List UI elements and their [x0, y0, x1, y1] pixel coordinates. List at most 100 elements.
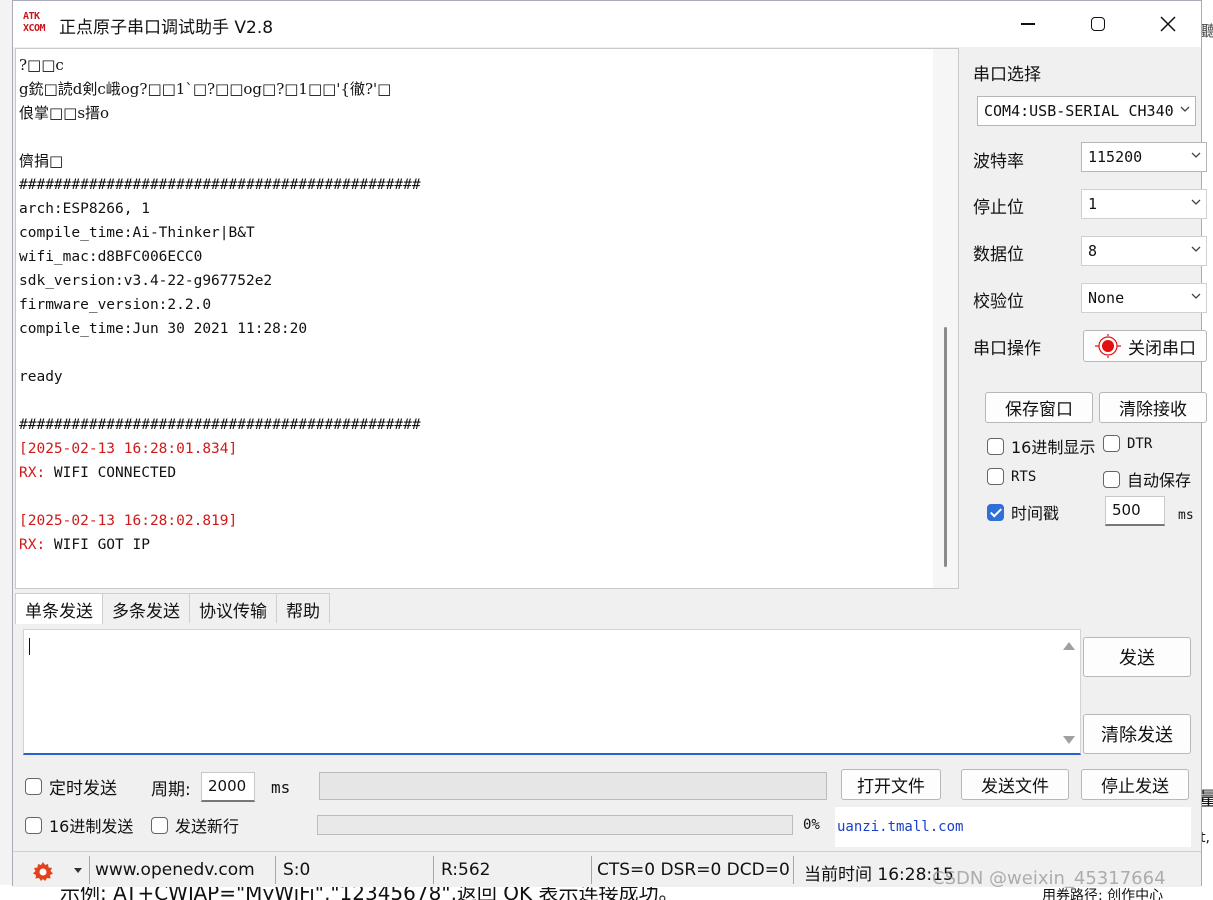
background-text-bottom-left: 示例: AT+CWJAP="MyWiFi","12345678",返回 OK 表…: [60, 885, 679, 900]
rts-checkbox[interactable]: RTS: [987, 468, 1036, 485]
send-file-button[interactable]: 发送文件: [961, 769, 1069, 800]
scroll-down-icon[interactable]: [1063, 736, 1075, 744]
send-progress-text: 0%: [803, 817, 820, 833]
receive-line: compile_time:Ai-Thinker|B&T: [19, 225, 255, 241]
data-bits-select[interactable]: 8: [1081, 236, 1207, 266]
maximize-button[interactable]: [1063, 1, 1133, 47]
send-newline-checkbox[interactable]: 发送新行: [151, 813, 239, 837]
tab-multi-send[interactable]: 多条发送: [102, 593, 190, 623]
modem-lines-status: CTS=0 DSR=0 DCD=0: [597, 860, 790, 880]
close-icon: [1160, 16, 1176, 32]
port-open-indicator-icon: [1095, 334, 1121, 358]
hex-display-label: 16进制显示: [1011, 438, 1096, 457]
tab-single-send[interactable]: 单条发送: [15, 593, 103, 624]
scroll-up-icon[interactable]: [1063, 642, 1075, 650]
open-file-button[interactable]: 打开文件: [841, 769, 941, 800]
title-bar: ATK XCOM 正点原子串口调试助手 V2.8: [13, 1, 1201, 47]
chevron-down-icon: [1191, 152, 1201, 158]
status-separator: [433, 856, 434, 884]
timeout-input[interactable]: 500: [1105, 496, 1165, 526]
chevron-down-icon: [1180, 106, 1190, 112]
timed-send-box: [25, 778, 42, 795]
data-bits-label: 数据位: [973, 245, 1024, 265]
receive-line: 儕捐□: [19, 152, 64, 170]
clear-receive-button[interactable]: 清除接收: [1099, 392, 1207, 423]
minimize-button[interactable]: [993, 1, 1063, 47]
port-select[interactable]: COM4:USB-SERIAL CH340: [977, 96, 1196, 126]
send-newline-box: [151, 816, 168, 834]
receive-line: ########################################…: [19, 177, 421, 193]
hex-send-box: [25, 816, 42, 834]
watermark: CSDN @weixin_45317664: [932, 868, 1166, 889]
rx-message: WIFI GOT IP: [53, 537, 150, 553]
advert-link[interactable]: uanzi.tmall.com: [835, 807, 1191, 847]
stop-bits-value: 1: [1088, 195, 1098, 213]
auto-save-label: 自动保存: [1127, 471, 1192, 490]
chevron-down-icon: [1191, 246, 1201, 252]
auto-save-box: [1103, 470, 1120, 488]
stop-send-button[interactable]: 停止发送: [1081, 769, 1189, 800]
rx-prefix: RX:: [19, 537, 54, 553]
period-unit: ms: [271, 778, 291, 797]
timed-send-label: 定时发送: [49, 779, 117, 799]
stop-bits-select[interactable]: 1: [1081, 189, 1207, 219]
app-logo-icon: ATK XCOM: [23, 11, 49, 37]
baud-select[interactable]: 115200: [1081, 142, 1207, 172]
hex-display-checkbox[interactable]: 16进制显示: [987, 434, 1095, 458]
timestamp-checkbox[interactable]: 时间戳: [987, 500, 1059, 524]
text-caret: [29, 638, 30, 655]
receive-scrollbar[interactable]: [933, 49, 958, 588]
parity-value: None: [1088, 289, 1125, 307]
status-separator: [591, 856, 592, 884]
data-bits-value: 8: [1088, 242, 1098, 260]
receive-line: [2025-02-13 16:28:02.819]: [19, 513, 238, 529]
website-link[interactable]: www.openedv.com: [95, 860, 255, 880]
settings-dropdown-icon[interactable]: [73, 868, 83, 874]
status-separator: [793, 856, 794, 884]
hex-send-checkbox[interactable]: 16进制发送: [25, 813, 133, 837]
dtr-checkbox[interactable]: DTR: [1103, 435, 1152, 452]
tab-protocol[interactable]: 协议传输: [189, 593, 277, 623]
receive-line: arch:ESP8266, 1: [19, 201, 150, 217]
receive-line: ########################################…: [19, 417, 421, 433]
gear-icon[interactable]: [31, 860, 55, 884]
maximize-icon: [1091, 17, 1105, 31]
receive-scrollbar-thumb[interactable]: [944, 327, 947, 567]
receive-line: firmware_version:2.2.0: [19, 297, 212, 313]
receive-line: [19, 389, 421, 413]
period-label: 周期:: [151, 780, 191, 800]
app-window: ATK XCOM 正点原子串口调试助手 V2.8 ?□□c g銃□読d剣c峨og?…: [12, 0, 1207, 887]
receive-text: ?□□c g銃□読d剣c峨og?□□1`□?□□og□?□1□□'{徹?'□ 俍掌□…: [19, 53, 421, 557]
port-operation-label: 串口操作: [973, 339, 1041, 359]
period-input[interactable]: 2000: [201, 772, 255, 802]
save-window-button[interactable]: 保存窗口: [985, 392, 1093, 423]
tab-help[interactable]: 帮助: [276, 593, 330, 623]
rx-message: WIFI CONNECTED: [53, 465, 177, 481]
close-port-button[interactable]: 关闭串口: [1083, 330, 1207, 362]
stop-bits-label: 停止位: [973, 198, 1024, 218]
timeout-unit: ms: [1178, 508, 1194, 523]
timestamp-box: [987, 503, 1004, 521]
send-scrollbar[interactable]: [1058, 632, 1078, 750]
chevron-down-icon: [1191, 199, 1201, 205]
receive-area[interactable]: ?□□c g銃□読d剣c峨og?□□1`□?□□og□?□1□□'{徹?'□ 俍掌□…: [15, 48, 959, 589]
parity-select[interactable]: None: [1081, 283, 1207, 313]
send-input[interactable]: [23, 629, 1081, 755]
rx-prefix: RX:: [19, 465, 54, 481]
clear-send-button[interactable]: 清除发送: [1083, 714, 1191, 754]
window-title: 正点原子串口调试助手 V2.8: [59, 18, 274, 38]
timed-send-checkbox[interactable]: 定时发送: [25, 774, 117, 799]
send-file-path-field[interactable]: [319, 772, 827, 800]
parity-label: 校验位: [973, 292, 1024, 312]
receive-line: g銃□読d剣c峨og?□□1`□?□□og□?□1□□'{徹?'□: [19, 80, 392, 98]
receive-line: 俍掌□□s搢o: [19, 104, 110, 122]
hex-send-label: 16进制发送: [49, 817, 134, 836]
send-progress-bar: [317, 815, 793, 835]
close-port-label: 关闭串口: [1128, 338, 1196, 359]
close-button[interactable]: [1133, 1, 1203, 47]
receive-line: [19, 485, 421, 509]
auto-save-checkbox[interactable]: 自动保存: [1103, 467, 1191, 491]
baud-label: 波特率: [973, 152, 1024, 172]
receive-line: wifi_mac:d8BFC006ECC0: [19, 249, 203, 265]
send-button[interactable]: 发送: [1083, 637, 1191, 677]
